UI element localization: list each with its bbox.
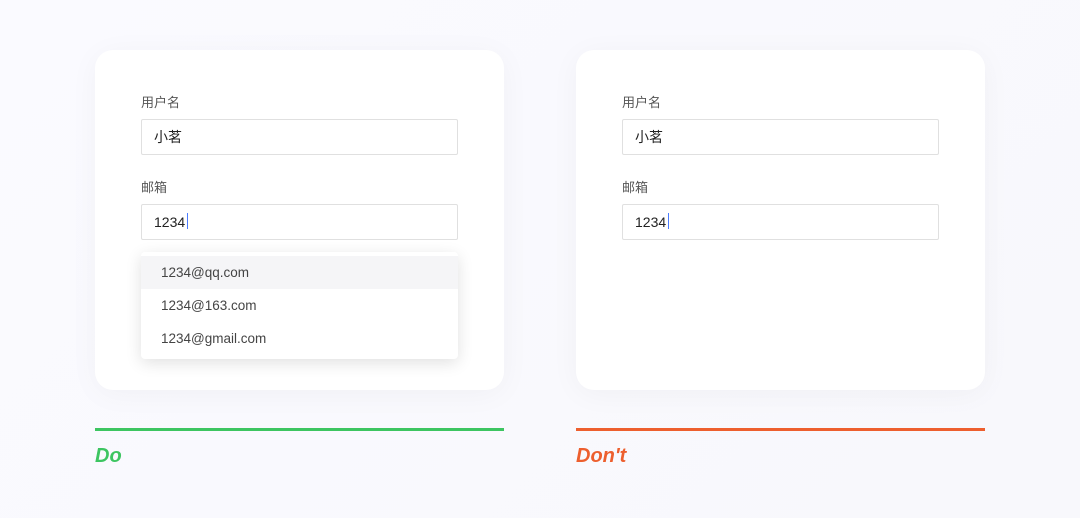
- dont-footer: Don't: [576, 428, 985, 468]
- dont-column: 用户名 小茗 邮箱 1234 Don't: [576, 50, 985, 518]
- dont-divider: [576, 428, 985, 431]
- dont-card: 用户名 小茗 邮箱 1234: [576, 50, 985, 390]
- do-card: 用户名 小茗 邮箱 1234 1234@qq.com 1234@163.com …: [95, 50, 504, 390]
- email-value: 1234: [154, 214, 185, 230]
- email-input[interactable]: 1234: [622, 204, 939, 240]
- username-group: 用户名 小茗: [141, 92, 458, 155]
- email-group: 邮箱 1234: [622, 177, 939, 240]
- email-input-wrap: 1234 1234@qq.com 1234@163.com 1234@gmail…: [141, 204, 458, 240]
- dont-footer-label: Don't: [576, 445, 626, 467]
- do-divider: [95, 428, 504, 431]
- email-label: 邮箱: [141, 177, 458, 196]
- username-label: 用户名: [141, 92, 458, 111]
- do-footer-label: Do: [95, 445, 122, 467]
- email-group: 邮箱 1234 1234@qq.com 1234@163.com 1234@gm…: [141, 177, 458, 240]
- email-label: 邮箱: [622, 177, 939, 196]
- username-input[interactable]: 小茗: [622, 119, 939, 155]
- do-footer: Do: [95, 428, 504, 468]
- username-label: 用户名: [622, 92, 939, 111]
- text-cursor-icon: [187, 213, 188, 229]
- username-value: 小茗: [154, 127, 182, 147]
- email-input[interactable]: 1234: [141, 204, 458, 240]
- username-value: 小茗: [635, 127, 663, 147]
- username-input[interactable]: 小茗: [141, 119, 458, 155]
- text-cursor-icon: [668, 213, 669, 229]
- do-column: 用户名 小茗 邮箱 1234 1234@qq.com 1234@163.com …: [95, 50, 504, 518]
- email-input-wrap: 1234: [622, 204, 939, 240]
- suggestion-item[interactable]: 1234@qq.com: [141, 256, 458, 289]
- username-group: 用户名 小茗: [622, 92, 939, 155]
- suggestion-item[interactable]: 1234@163.com: [141, 289, 458, 322]
- email-value: 1234: [635, 214, 666, 230]
- email-suggestions-dropdown: 1234@qq.com 1234@163.com 1234@gmail.com: [141, 252, 458, 359]
- suggestion-item[interactable]: 1234@gmail.com: [141, 322, 458, 355]
